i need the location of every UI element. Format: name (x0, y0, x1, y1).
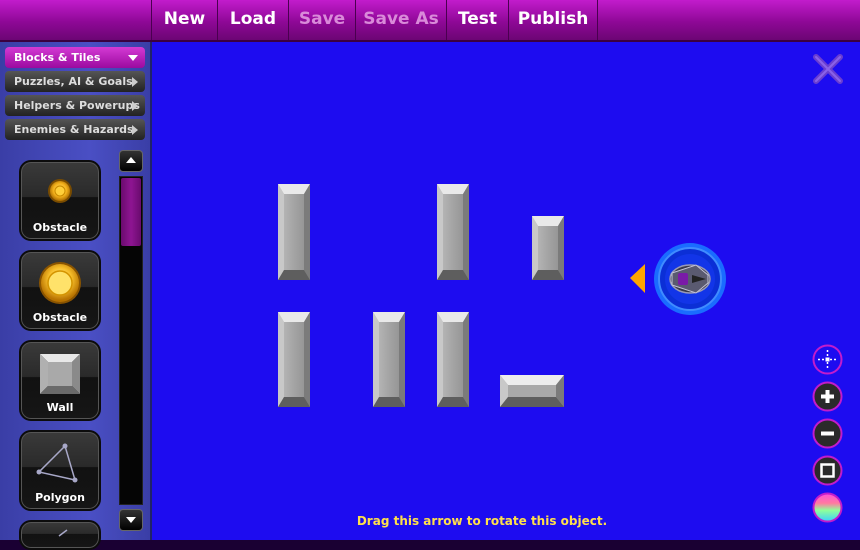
chevron-right-icon (132, 101, 138, 111)
wall-block-icon (40, 354, 80, 394)
close-icon[interactable] (812, 53, 844, 85)
center-view-icon (812, 344, 843, 375)
wall-block[interactable] (437, 184, 469, 280)
arrow-up-icon (126, 157, 136, 163)
palette-item-partial[interactable] (19, 520, 101, 550)
load-button[interactable]: Load (218, 0, 289, 40)
zoom-in-button[interactable] (812, 381, 843, 412)
level-objects-layer (278, 184, 726, 407)
save-as-button[interactable]: Save As (356, 0, 447, 40)
palette-item-label: Obstacle (32, 221, 88, 234)
palette-item-label: Wall (46, 401, 74, 414)
chevron-right-icon (132, 77, 138, 87)
center-view-button[interactable] (812, 344, 843, 375)
zoom-in-icon (812, 381, 843, 412)
fit-view-button[interactable] (812, 455, 843, 486)
zoom-out-button[interactable] (812, 418, 843, 449)
palette-scrollbar-thumb[interactable] (121, 178, 141, 246)
category-blocks-tiles[interactable]: Blocks & Tiles (5, 47, 145, 68)
wall-block[interactable] (532, 216, 564, 280)
wall-block[interactable] (278, 184, 310, 280)
category-label: Enemies & Hazards (14, 123, 134, 136)
palette-item-obstacle-large[interactable]: Obstacle (19, 250, 101, 331)
scroll-down-button[interactable] (119, 509, 143, 531)
wall-block[interactable] (278, 312, 310, 407)
category-helpers-powerups[interactable]: Helpers & Powerups (5, 95, 145, 116)
wall-block[interactable] (500, 375, 564, 407)
chevron-right-icon (132, 125, 138, 135)
scroll-up-button[interactable] (119, 150, 143, 172)
wall-block[interactable] (437, 312, 469, 407)
save-button[interactable]: Save (289, 0, 356, 40)
menu-bar-spacer (0, 0, 152, 40)
palette-item-wall[interactable]: Wall (19, 340, 101, 421)
palette-item-label: Polygon (35, 491, 85, 504)
line-icon (58, 529, 68, 537)
category-enemies-hazards[interactable]: Enemies & Hazards (5, 119, 145, 140)
category-label: Helpers & Powerups (14, 99, 140, 112)
new-button[interactable]: New (152, 0, 218, 40)
rotate-hint-text: Drag this arrow to rotate this object. (356, 514, 608, 528)
player-ship[interactable] (654, 243, 726, 315)
polygon-icon (36, 443, 78, 483)
wall-block[interactable] (373, 312, 405, 407)
category-label: Puzzles, AI & Goals (14, 75, 133, 88)
publish-button[interactable]: Publish (509, 0, 598, 40)
palette-item-obstacle-small[interactable]: Obstacle (19, 160, 101, 241)
large-orb-icon (39, 262, 81, 304)
chevron-down-icon (128, 55, 138, 61)
menu-bar: New Load Save Save As Test Publish (0, 0, 860, 42)
category-puzzles-ai-goals[interactable]: Puzzles, AI & Goals (5, 71, 145, 92)
small-orb-icon (48, 179, 72, 203)
arrow-down-icon (126, 517, 136, 523)
palette-item-label: Obstacle (32, 311, 88, 324)
test-button[interactable]: Test (447, 0, 509, 40)
zoom-out-icon (812, 418, 843, 449)
palette-item-polygon[interactable]: Polygon (19, 430, 101, 511)
category-label: Blocks & Tiles (14, 51, 101, 64)
color-picker-icon (812, 492, 843, 523)
fit-view-icon (812, 455, 843, 486)
rotate-arrow-handle[interactable] (630, 264, 645, 293)
color-picker-button[interactable] (812, 492, 843, 523)
ship-icon (669, 264, 711, 294)
